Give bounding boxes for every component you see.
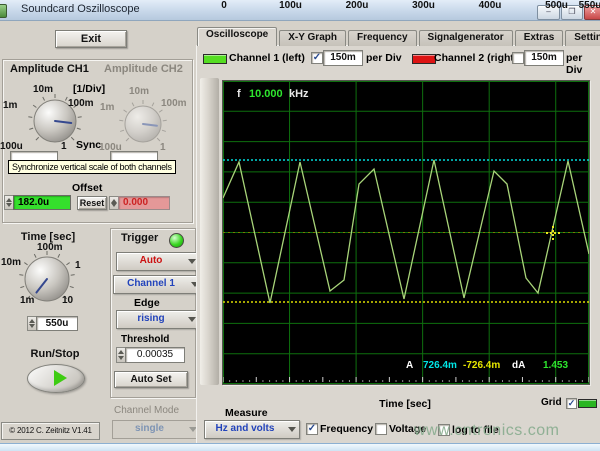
knob-ch2-scale-label: 1m — [100, 102, 114, 113]
amplitude-ch2-title: Amplitude CH2 — [104, 63, 183, 75]
threshold-label: Threshold — [121, 334, 169, 345]
trigger-source-dropdown[interactable]: Channel 1 — [113, 275, 203, 294]
channel2-scale-input[interactable]: 150m — [524, 50, 564, 66]
voltage-checkbox[interactable] — [375, 423, 387, 435]
scope-canvas: f10.000kHz A726.4m-726.4mdA1.453 — [223, 81, 589, 384]
play-icon — [54, 370, 67, 386]
offset-ch1-value[interactable]: 182.0u — [13, 195, 71, 210]
knob-time-scale-label: 1 — [75, 260, 81, 271]
edge-label: Edge — [134, 297, 160, 309]
measure-mode-dropdown[interactable]: Hz and volts — [204, 420, 300, 439]
exit-button[interactable]: Exit — [55, 30, 127, 48]
x-tick-label: 100u — [279, 0, 302, 11]
x-tick-label: 200u — [346, 0, 369, 11]
knob-ch1-scale-label: 100m — [68, 98, 94, 109]
auto-set-button[interactable]: Auto Set — [114, 371, 188, 388]
knob-ch1-scale-label: 1m — [3, 100, 17, 111]
channel-mode-dropdown: single — [112, 420, 201, 439]
channel2-label: Channel 2 (right) — [434, 52, 517, 64]
waveform-trace — [223, 160, 589, 303]
trigger-mode-dropdown[interactable]: Auto — [116, 252, 200, 271]
knob-ch1-scale-label: 100u — [0, 141, 23, 152]
sync-label: Sync — [76, 139, 101, 151]
status-bar: © 2012 C. Zeitnitz V1.41 — [1, 422, 100, 440]
channel-mode-label: Channel Mode — [114, 405, 179, 416]
run-stop-button[interactable] — [27, 364, 85, 393]
app-window: { "window": { "title": "Soundcard Oszill… — [0, 0, 600, 450]
channel-mode-value: single — [135, 423, 164, 434]
tab-settings[interactable]: Settings — [565, 30, 600, 46]
x-tick-label: 0 — [221, 0, 227, 11]
tab-x-y-graph[interactable]: X-Y Graph — [279, 30, 346, 46]
scope-display[interactable]: f10.000kHz A726.4m-726.4mdA1.453 — [222, 80, 590, 385]
grid-checkbox[interactable]: ✓ — [566, 398, 577, 409]
chevron-down-icon — [188, 317, 196, 326]
window-title: Soundcard Oszilloscope — [21, 3, 140, 15]
channel2-per-div-label: per Div — [566, 52, 600, 76]
amplitude-readout: A726.4m-726.4mdA1.453 — [406, 360, 568, 371]
measure-mode-value: Hz and volts — [216, 423, 275, 434]
offset-ch2-value: 0.000 — [118, 196, 170, 210]
channel2-color-swatch — [412, 54, 436, 64]
tab-oscilloscope[interactable]: Oscilloscope — [197, 27, 277, 46]
knob-ch2-scale-label: 100m — [161, 98, 187, 109]
grid-label: Grid — [541, 397, 562, 408]
knob-time-scale-label: 10m — [1, 257, 21, 268]
knob-ch2-scale-label: 10m — [129, 86, 149, 97]
offset-label: Offset — [72, 182, 102, 194]
tab-signalgenerator[interactable]: Signalgenerator — [419, 30, 513, 46]
trigger-edge-value: rising — [137, 313, 164, 324]
trigger-source-value: Channel 1 — [127, 278, 175, 289]
frequency-checkbox[interactable]: ✓ — [306, 423, 318, 435]
knob-ch1-scale-label: 1 — [61, 141, 67, 152]
trigger-title: Trigger — [121, 232, 158, 244]
tab-extras[interactable]: Extras — [515, 30, 564, 46]
channel2-checkbox[interactable] — [512, 52, 524, 64]
watermark: www.cntronics.com — [414, 422, 559, 440]
run-stop-label: Run/Stop — [23, 348, 87, 360]
grid-color-swatch — [578, 399, 597, 408]
threshold-value[interactable]: 0.00035 — [125, 347, 185, 363]
chevron-down-icon — [188, 259, 196, 268]
knob-ch1-scale-label: 10m — [33, 84, 53, 95]
trigger-led — [169, 233, 184, 248]
frequency-readout: f10.000kHz — [237, 88, 309, 100]
knob-ch2-scale-label: 100u — [99, 142, 122, 153]
chevron-down-icon — [288, 427, 296, 436]
amplitude-ch1-title: Amplitude CH1 — [10, 63, 89, 75]
scope-left-margin — [200, 78, 219, 385]
sync-tooltip: Synchronize vertical scale of both chann… — [8, 160, 176, 174]
x-axis-label: Time [sec] — [355, 398, 455, 410]
knob-time-scale-label: 10 — [62, 295, 73, 306]
knob-time-scale-label: 100m — [37, 242, 63, 253]
measure-label: Measure — [225, 407, 268, 419]
channel1-checkbox[interactable]: ✓ — [311, 52, 323, 64]
x-tick-label: 500u — [545, 0, 568, 11]
x-tick-label: 550u — [579, 0, 600, 11]
tab-frequency[interactable]: Frequency — [348, 30, 417, 46]
channel1-per-div-label: per Div — [366, 52, 402, 64]
trigger-mode-value: Auto — [140, 255, 163, 266]
knob-time-scale-label: 1m — [20, 295, 34, 306]
frequency-label: Frequency — [320, 423, 373, 435]
x-tick-label: 300u — [412, 0, 435, 11]
time-value[interactable]: 550u — [36, 316, 78, 331]
channel1-color-swatch — [203, 54, 227, 64]
channel1-scale-input[interactable]: 150m — [323, 50, 363, 66]
trigger-edge-dropdown[interactable]: rising — [116, 310, 200, 329]
x-tick-label: 400u — [479, 0, 502, 11]
knob-ch2-scale-label: 1 — [160, 142, 166, 153]
channel1-label: Channel 1 (left) — [229, 52, 305, 64]
tab-strip: OscilloscopeX-Y GraphFrequencySignalgene… — [197, 28, 599, 46]
app-icon — [0, 4, 7, 18]
offset-reset-button[interactable]: Reset — [77, 196, 107, 210]
